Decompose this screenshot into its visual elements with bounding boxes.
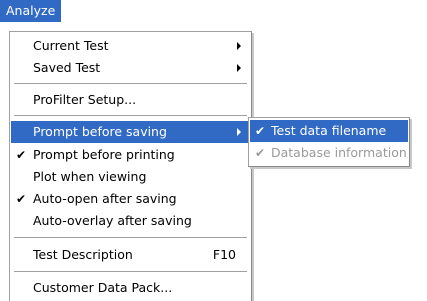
checkmark-icon: ✔ [254,146,266,160]
submenu-arrow-icon [237,42,241,50]
submenu-arrow-icon [237,128,241,136]
checkmark-icon: ✔ [15,148,27,162]
menu-item-label: Auto-open after saving [33,191,177,206]
menu-item-prompt-before-saving[interactable]: Prompt before saving [11,121,250,143]
menu-item-customer-data-pack[interactable]: Customer Data Pack... [11,277,250,299]
checkmark-icon: ✔ [15,192,27,206]
submenu-item-test-data-filename[interactable]: ✔ Test data filename [250,120,408,142]
menu-item-auto-open-after-saving[interactable]: ✔ Auto-open after saving [11,188,250,210]
menu-item-label: Prompt before printing [33,147,175,162]
menu-item-label: Plot when viewing [33,169,147,184]
menu-item-label: Prompt before saving [33,124,167,139]
analyze-dropdown-menu: Current Test Saved Test ProFilter Setup.… [9,31,252,301]
menu-item-current-test[interactable]: Current Test [11,35,250,57]
menu-item-label: ProFilter Setup... [33,92,137,107]
menu-item-label: Auto-overlay after saving [33,213,192,228]
menu-item-label: Current Test [33,38,109,53]
menu-separator [14,115,247,117]
submenu-item-label: Database information [271,145,407,160]
menu-item-auto-overlay-after-saving[interactable]: Auto-overlay after saving [11,210,250,232]
menu-item-test-description[interactable]: Test Description F10 [11,244,250,266]
menu-item-label: Saved Test [33,60,101,75]
menu-separator [14,271,247,273]
menu-item-label: Test Description [33,247,133,262]
menu-item-profilter-setup[interactable]: ProFilter Setup... [11,89,250,111]
menu-item-label: Customer Data Pack... [33,280,173,295]
menu-item-plot-when-viewing[interactable]: Plot when viewing [11,166,250,188]
submenu-item-database-information: ✔ Database information [250,142,408,164]
submenu-arrow-icon [237,64,241,72]
submenu-item-label: Test data filename [271,123,387,138]
menu-item-saved-test[interactable]: Saved Test [11,57,250,79]
menu-item-prompt-before-printing[interactable]: ✔ Prompt before printing [11,144,250,166]
prompt-before-saving-submenu: ✔ Test data filename ✔ Database informat… [248,117,410,167]
menu-separator [14,83,247,85]
shortcut-label: F10 [212,247,236,262]
menu-analyze[interactable]: Analyze [0,0,62,22]
menu-separator [14,237,247,239]
checkmark-icon: ✔ [254,124,266,138]
